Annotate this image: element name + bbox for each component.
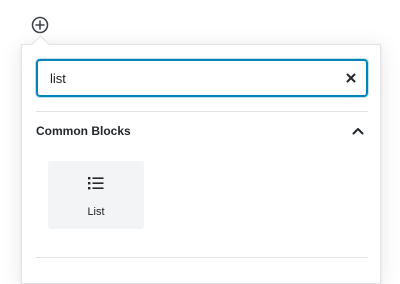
list-icon [86, 173, 106, 193]
plus-circle-icon [31, 16, 49, 34]
close-icon [346, 73, 356, 83]
common-blocks-panel-toggle[interactable]: Common Blocks [36, 113, 368, 149]
block-inserter-popover: Common Blocks List [21, 44, 381, 284]
panel-title: Common Blocks [36, 124, 131, 138]
search-field [36, 59, 368, 97]
chevron-up-icon [348, 121, 368, 141]
divider [36, 257, 368, 258]
divider [36, 111, 368, 112]
block-label: List [87, 206, 105, 218]
search-input[interactable] [38, 61, 336, 95]
add-block-button[interactable] [30, 15, 50, 35]
clear-search-button[interactable] [336, 61, 366, 95]
block-item-list[interactable]: List [48, 161, 144, 229]
